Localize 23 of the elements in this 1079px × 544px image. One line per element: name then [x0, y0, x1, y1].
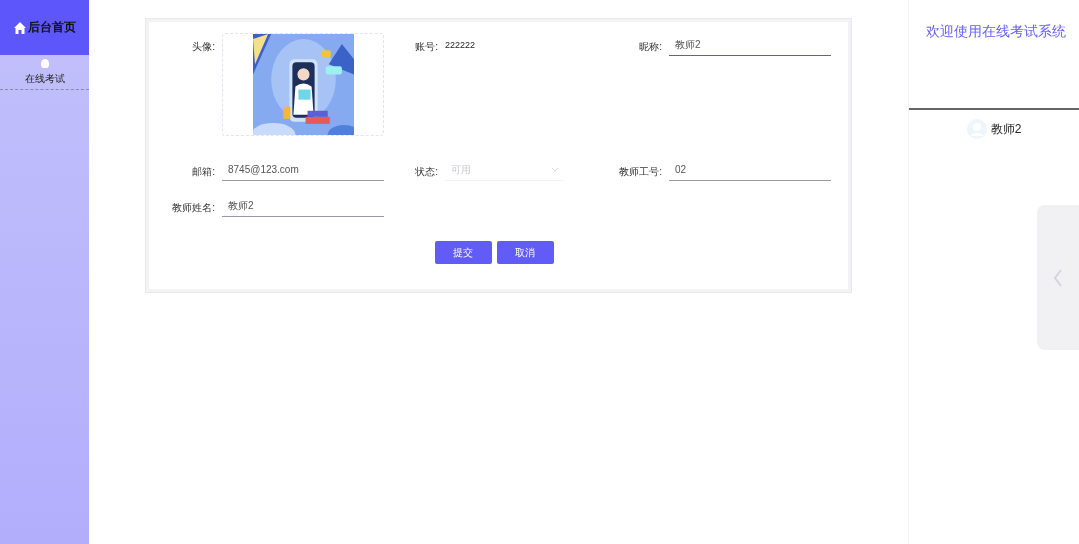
form-button[interactable]: 取消	[496, 241, 554, 264]
user-name[interactable]: 教师2	[990, 120, 1022, 138]
field-label: 邮箱:	[191, 165, 215, 179]
menu-item[interactable]: 在线考试	[0, 55, 89, 90]
input-field[interactable]: 教师2	[669, 33, 831, 56]
input-field[interactable]: 02	[669, 158, 831, 181]
welcome-title: 欢迎使用在线考试系统	[925, 22, 1067, 41]
input-field[interactable]: 8745@123.com	[222, 158, 384, 181]
bulb-icon	[40, 59, 49, 68]
field-label: 昵称:	[638, 40, 662, 54]
account-value: 222222	[445, 39, 477, 50]
form-button[interactable]: 提交	[434, 241, 492, 264]
home-link[interactable]: 后台首页	[28, 19, 76, 36]
field-label: 头像:	[191, 40, 215, 54]
field-label: 状态:	[414, 165, 438, 179]
avatar-upload[interactable]	[222, 33, 384, 136]
home-icon	[13, 20, 27, 35]
field-label: 教师工号:	[618, 165, 662, 179]
input-field[interactable]: 教师2	[222, 194, 384, 217]
caret-icon	[551, 166, 559, 172]
field-label: 账号:	[414, 40, 438, 54]
field-label: 教师姓名:	[171, 201, 215, 215]
chevron-left-icon	[1053, 267, 1063, 288]
